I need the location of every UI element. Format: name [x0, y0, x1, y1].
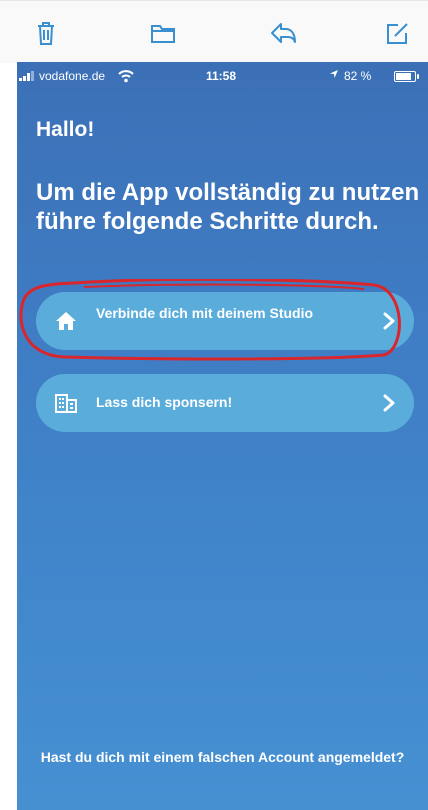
onboarding-headline: Um die App vollständig zu nutzen führe f…	[36, 179, 420, 235]
location-arrow-icon	[330, 70, 338, 78]
compose-icon[interactable]	[382, 18, 412, 48]
reply-icon[interactable]	[268, 18, 298, 48]
get-sponsored-button[interactable]: Lass dich sponsern!	[36, 374, 414, 432]
connect-studio-button[interactable]: Verbinde dich mit deinem Studio	[36, 292, 414, 350]
status-bar: vodafone.de 11:58 82 %	[17, 62, 428, 90]
connect-studio-label: Verbinde dich mit deinem Studio	[96, 305, 314, 321]
home-icon	[56, 312, 76, 330]
wifi-icon	[118, 70, 134, 83]
battery-icon	[394, 71, 419, 82]
wrong-account-link[interactable]: Hast du dich mit einem falschen Account …	[17, 748, 428, 766]
chevron-right-icon	[383, 312, 395, 330]
battery-percentage: 82 %	[344, 69, 372, 83]
clock: 11:58	[206, 69, 237, 83]
building-icon	[55, 394, 77, 413]
chevron-right-icon	[383, 394, 395, 412]
greeting-title: Hallo!	[36, 118, 95, 141]
carrier-label: vodafone.de	[39, 69, 106, 83]
signal-icon	[19, 71, 35, 81]
mail-toolbar	[0, 0, 428, 63]
get-sponsored-label: Lass dich sponsern!	[96, 394, 233, 410]
folder-icon[interactable]	[148, 18, 178, 48]
app-screen: vodafone.de 11:58 82 % Hallo! Um die App…	[17, 62, 428, 810]
trash-icon[interactable]	[31, 18, 61, 48]
